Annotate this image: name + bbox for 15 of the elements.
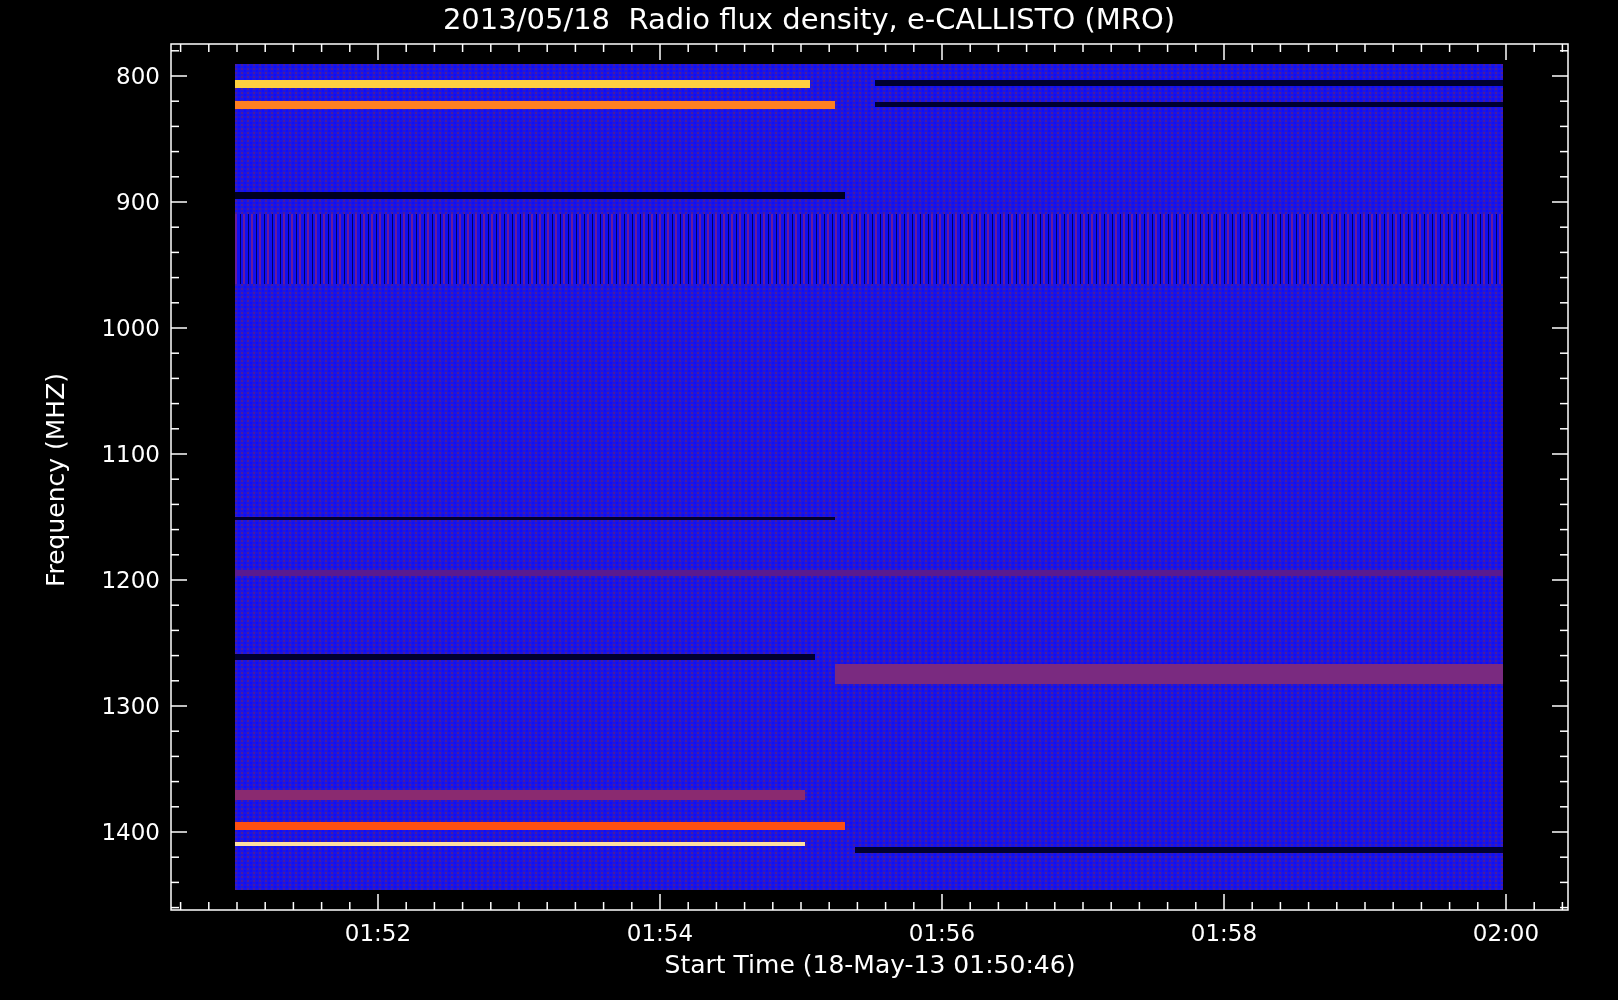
y-tick-label: 800 [116,63,160,89]
x-axis-label: Start Time (18-May-13 01:50:46) [664,950,1076,979]
x-tick-label: 02:00 [1472,920,1540,946]
x-tick-label: 01:58 [1190,920,1258,946]
y-tick-label: 1200 [101,567,160,593]
chart-title: 2013/05/18 Radio flux density, e-CALLISTO (MRO) [441,2,1177,36]
x-tick-label: 01:54 [626,920,694,946]
y-tick-label: 900 [116,189,160,215]
y-tick-label: 1400 [101,819,160,845]
y-axis-label: Frequency (MHZ) [40,372,70,588]
x-tick-label: 01:56 [908,920,976,946]
y-tick-label: 1100 [101,441,160,467]
x-tick-label: 01:52 [344,920,412,946]
y-tick-label: 1000 [101,315,160,341]
y-tick-label: 1300 [101,693,160,719]
